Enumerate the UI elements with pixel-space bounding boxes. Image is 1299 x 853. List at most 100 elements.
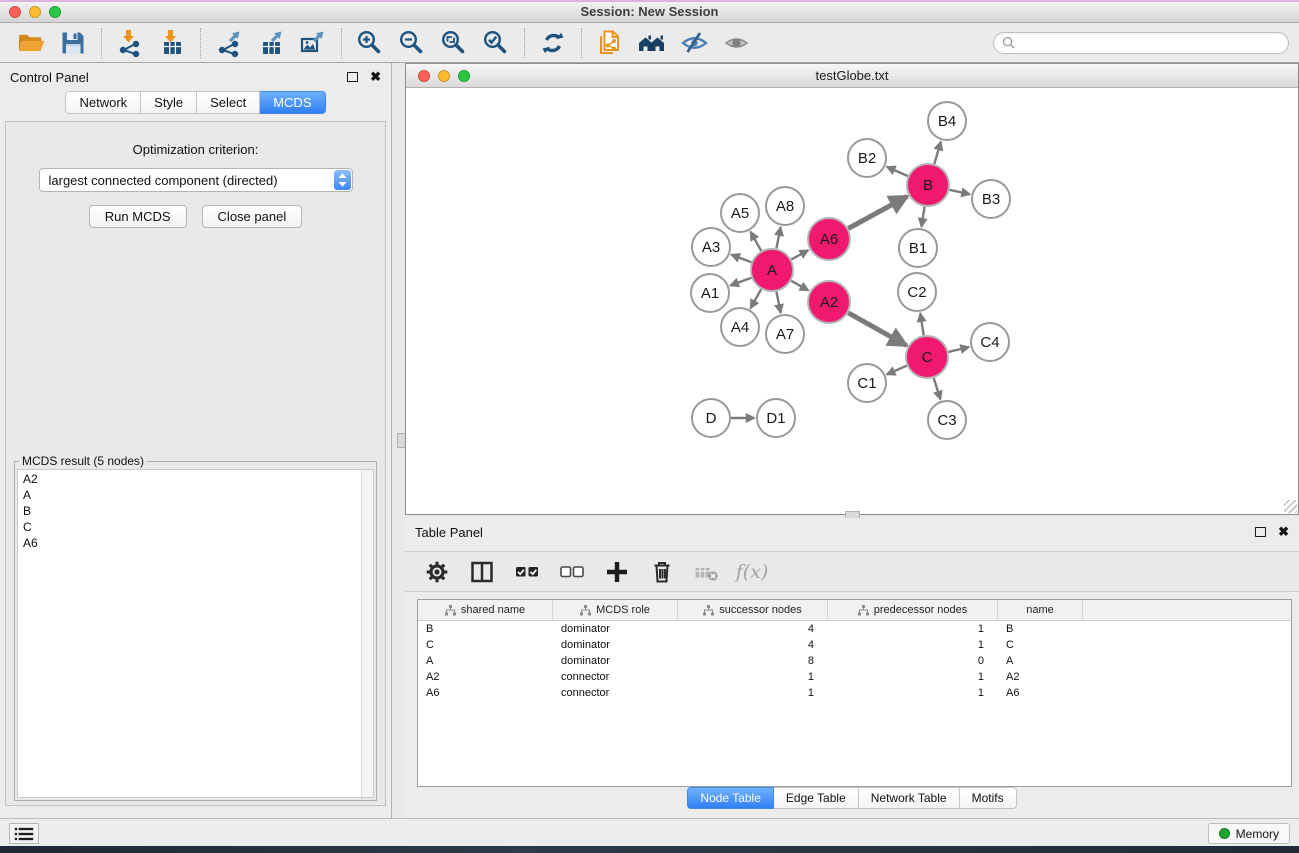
graph-node-A[interactable]: A bbox=[751, 249, 793, 291]
graph-edge-B-B3[interactable] bbox=[950, 190, 971, 195]
tab-style[interactable]: Style bbox=[141, 91, 197, 114]
graph-node-D[interactable]: D bbox=[692, 399, 730, 437]
float-table-panel-icon[interactable] bbox=[1255, 527, 1266, 537]
graph-edge-A-A3[interactable] bbox=[731, 255, 751, 263]
close-table-panel-icon[interactable]: ✖ bbox=[1278, 527, 1289, 537]
task-history-button[interactable] bbox=[9, 823, 39, 844]
graph-edge-A-A8[interactable] bbox=[776, 227, 780, 248]
table-row[interactable]: Bdominator41B bbox=[418, 621, 1291, 637]
tab-node-table[interactable]: Node Table bbox=[687, 787, 774, 809]
destroy-table-button[interactable] bbox=[689, 555, 725, 589]
graph-node-C1[interactable]: C1 bbox=[848, 364, 886, 402]
column-header-predecessor-nodes[interactable]: predecessor nodes bbox=[828, 600, 998, 620]
table-row[interactable]: A6connector11A6 bbox=[418, 685, 1291, 701]
graph-edge-C-C4[interactable] bbox=[948, 347, 969, 352]
mcds-result-item[interactable]: A bbox=[21, 487, 360, 503]
zoom-fit-button[interactable] bbox=[433, 25, 475, 61]
close-panel-icon[interactable]: ✖ bbox=[370, 72, 381, 82]
graph-node-A5[interactable]: A5 bbox=[721, 194, 759, 232]
graph-edge-A-A7[interactable] bbox=[776, 292, 780, 313]
hide-graphics-details-button[interactable] bbox=[673, 25, 715, 61]
table-row[interactable]: Cdominator41C bbox=[418, 637, 1291, 653]
close-window-button[interactable] bbox=[9, 6, 21, 18]
criterion-select[interactable]: largest connected component (directed) bbox=[39, 168, 353, 192]
close-panel-button[interactable]: Close panel bbox=[202, 205, 303, 228]
table-row[interactable]: A2connector11A2 bbox=[418, 669, 1291, 685]
graph-node-B2[interactable]: B2 bbox=[848, 139, 886, 177]
import-table-button[interactable] bbox=[151, 25, 193, 61]
graph-edge-A-A2[interactable] bbox=[791, 281, 808, 291]
graph-edge-C-C1[interactable] bbox=[887, 366, 907, 375]
graph-node-A4[interactable]: A4 bbox=[721, 308, 759, 346]
save-session-button[interactable] bbox=[52, 25, 94, 61]
delete-columns-button[interactable] bbox=[644, 555, 680, 589]
graph-edge-A-A4[interactable] bbox=[751, 289, 762, 308]
graph-edge-A-A6[interactable] bbox=[791, 250, 808, 259]
memory-button[interactable]: Memory bbox=[1208, 823, 1290, 844]
run-mcds-button[interactable]: Run MCDS bbox=[89, 205, 187, 228]
graph-edge-A-A5[interactable] bbox=[751, 232, 762, 251]
float-panel-icon[interactable] bbox=[347, 72, 358, 82]
tab-mcds[interactable]: MCDS bbox=[260, 91, 325, 114]
network-close-button[interactable] bbox=[418, 70, 430, 82]
new-network-from-selection-button[interactable] bbox=[589, 25, 631, 61]
network-canvas[interactable]: A A1 A2 A3 A4 A5 A6 A7 A8 B B1 B2 B3 B4 … bbox=[406, 89, 1298, 514]
graph-edge-C-C2[interactable] bbox=[920, 313, 923, 335]
minimize-window-button[interactable] bbox=[29, 6, 41, 18]
apply-function-button[interactable]: f(x) bbox=[734, 555, 770, 589]
graph-node-A2[interactable]: A2 bbox=[808, 281, 850, 323]
zoom-out-button[interactable] bbox=[391, 25, 433, 61]
export-image-button[interactable] bbox=[292, 25, 334, 61]
tab-select[interactable]: Select bbox=[197, 91, 260, 114]
search-input[interactable] bbox=[1020, 35, 1280, 51]
import-network-button[interactable] bbox=[109, 25, 151, 61]
graph-node-C2[interactable]: C2 bbox=[898, 273, 936, 311]
zoom-selected-button[interactable] bbox=[475, 25, 517, 61]
tab-edge-table[interactable]: Edge Table bbox=[774, 787, 859, 809]
mcds-result-item[interactable]: A2 bbox=[21, 471, 360, 487]
search-field[interactable] bbox=[993, 32, 1289, 54]
home-pair-button[interactable] bbox=[631, 25, 673, 61]
zoom-window-button[interactable] bbox=[49, 6, 61, 18]
graph-edge-B-B1[interactable] bbox=[921, 207, 924, 227]
network-minimize-button[interactable] bbox=[438, 70, 450, 82]
deselect-all-checks-button[interactable] bbox=[554, 555, 590, 589]
graph-node-A3[interactable]: A3 bbox=[692, 228, 730, 266]
mcds-list-scrollbar[interactable] bbox=[361, 470, 373, 797]
graph-node-B[interactable]: B bbox=[907, 164, 949, 206]
graph-edge-C-C3[interactable] bbox=[934, 378, 941, 400]
zoom-in-button[interactable] bbox=[349, 25, 391, 61]
column-header-successor-nodes[interactable]: successor nodes bbox=[678, 600, 828, 620]
window-resize-handle[interactable] bbox=[1284, 500, 1297, 513]
show-eye-button[interactable] bbox=[715, 25, 757, 61]
graph-node-A6[interactable]: A6 bbox=[808, 218, 850, 260]
export-table-button[interactable] bbox=[250, 25, 292, 61]
network-zoom-button[interactable] bbox=[458, 70, 470, 82]
tab-motifs[interactable]: Motifs bbox=[960, 787, 1017, 809]
table-row[interactable]: Adominator80A bbox=[418, 653, 1291, 669]
refresh-view-button[interactable] bbox=[532, 25, 574, 61]
graph-node-B1[interactable]: B1 bbox=[899, 229, 937, 267]
graph-node-C[interactable]: C bbox=[906, 336, 948, 378]
column-header-name[interactable]: name bbox=[998, 600, 1083, 620]
network-window-titlebar[interactable]: testGlobe.txt bbox=[406, 64, 1298, 88]
graph-node-A8[interactable]: A8 bbox=[766, 187, 804, 225]
column-header-shared-name[interactable]: shared name bbox=[418, 600, 553, 620]
settings-button[interactable] bbox=[419, 555, 455, 589]
mcds-result-item[interactable]: C bbox=[21, 519, 360, 535]
graph-node-C3[interactable]: C3 bbox=[928, 401, 966, 439]
graph-node-D1[interactable]: D1 bbox=[757, 399, 795, 437]
tab-network[interactable]: Network bbox=[65, 91, 141, 114]
show-columns-button[interactable] bbox=[464, 555, 500, 589]
graph-edge-B-B4[interactable] bbox=[934, 142, 941, 164]
create-column-button[interactable] bbox=[599, 555, 635, 589]
graph-node-B3[interactable]: B3 bbox=[972, 180, 1010, 218]
mcds-result-item[interactable]: B bbox=[21, 503, 360, 519]
graph-node-B4[interactable]: B4 bbox=[928, 102, 966, 140]
graph-edge-A2-C[interactable] bbox=[848, 313, 906, 346]
open-session-button[interactable] bbox=[10, 25, 52, 61]
select-all-checks-button[interactable] bbox=[509, 555, 545, 589]
graph-node-A1[interactable]: A1 bbox=[691, 274, 729, 312]
export-network-button[interactable] bbox=[208, 25, 250, 61]
column-header-MCDS-role[interactable]: MCDS role bbox=[553, 600, 678, 620]
